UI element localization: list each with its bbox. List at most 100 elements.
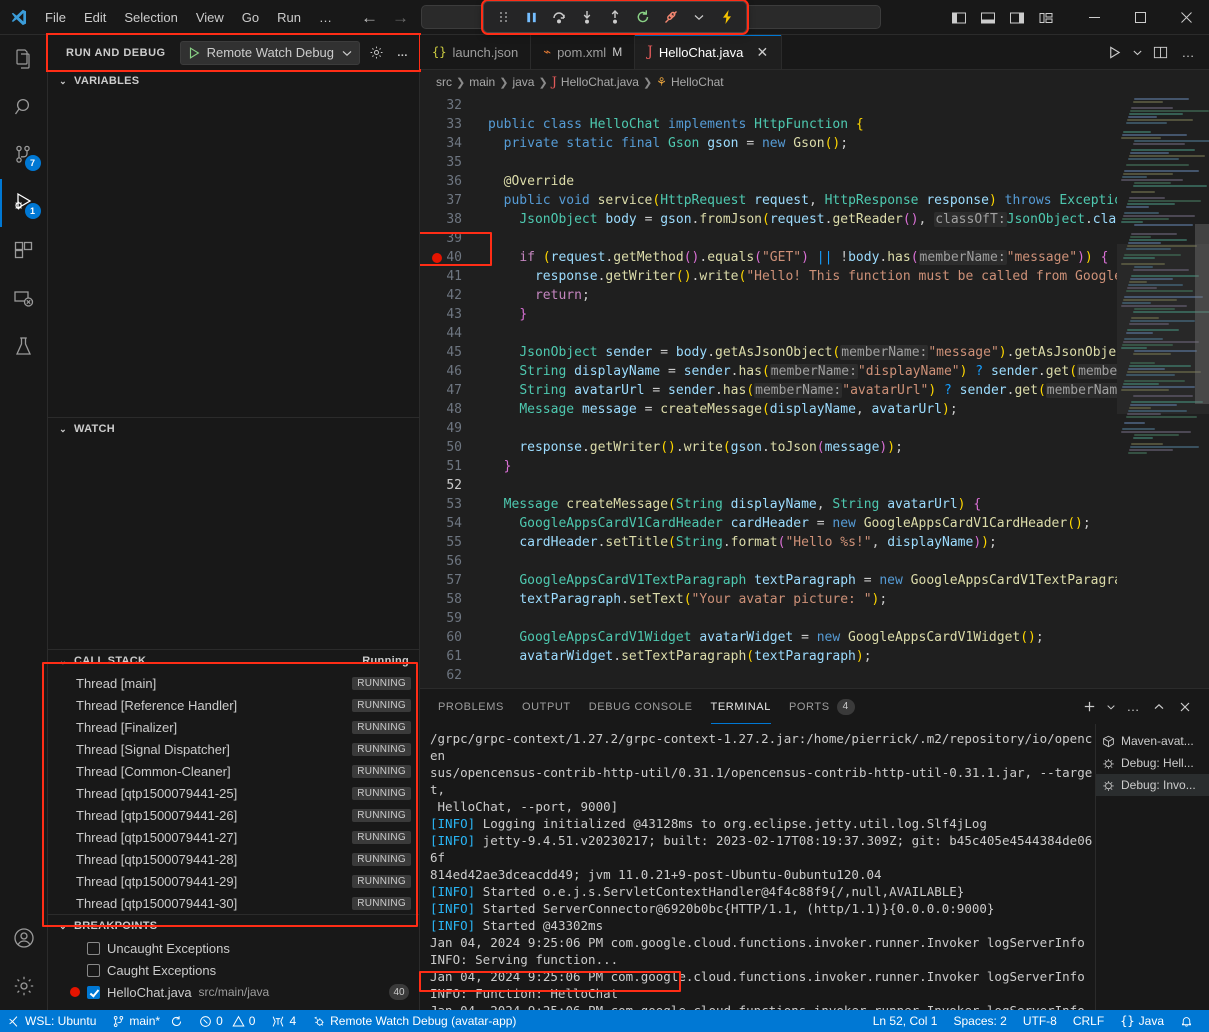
code-line[interactable]: 53 Message createMessage(String displayN… [420, 495, 1117, 514]
thread-row[interactable]: Thread [qtp1500079441-26]RUNNING [48, 804, 419, 826]
code-line[interactable]: 39 [420, 229, 1117, 248]
thread-row[interactable]: Thread [qtp1500079441-30]RUNNING [48, 892, 419, 914]
editor-vertical-scrollbar[interactable] [1195, 94, 1209, 688]
code-line[interactable]: 32 [420, 96, 1117, 115]
line-number[interactable]: 36 [420, 172, 482, 191]
status-remote-host[interactable]: WSL: Ubuntu [0, 1010, 104, 1032]
code-line[interactable]: 56 [420, 552, 1117, 571]
thread-row[interactable]: Thread [qtp1500079441-29]RUNNING [48, 870, 419, 892]
line-number[interactable]: 41 [420, 267, 482, 286]
thread-row[interactable]: Thread [Reference Handler]RUNNING [48, 694, 419, 716]
status-language-mode[interactable]: {} Java [1112, 1010, 1172, 1032]
activitybar-explorer[interactable] [0, 35, 48, 83]
menu-view[interactable]: View [187, 6, 233, 29]
tab-output[interactable]: OUTPUT [522, 689, 571, 724]
line-number[interactable]: 62 [420, 666, 482, 685]
line-number[interactable]: 53 [420, 495, 482, 514]
activitybar-testing[interactable] [0, 323, 48, 371]
status-indentation[interactable]: Spaces: 2 [945, 1010, 1014, 1032]
minimize-button[interactable] [1071, 0, 1117, 35]
terminal-profile-chevron-icon[interactable] [1103, 695, 1119, 719]
panel-more-actions-icon[interactable]: … [1121, 695, 1145, 719]
code-line[interactable]: 58 textParagraph.setText("Your avatar pi… [420, 590, 1117, 609]
line-number[interactable]: 49 [420, 419, 482, 438]
code-line[interactable]: 62 [420, 666, 1117, 685]
line-number[interactable]: 40 [420, 248, 482, 267]
breakpoint-checkbox[interactable] [87, 942, 100, 955]
code-line[interactable]: 59 [420, 609, 1117, 628]
run-options-chevron-icon[interactable] [1129, 39, 1145, 65]
line-number[interactable]: 32 [420, 96, 482, 115]
launch-configuration-dropdown[interactable]: Remote Watch Debug [180, 41, 360, 65]
step-over-button[interactable] [546, 5, 572, 29]
code-line[interactable]: 52 [420, 476, 1117, 495]
open-launch-json-gear-icon[interactable] [366, 42, 388, 64]
tab-launch-json[interactable]: {} launch.json [420, 35, 531, 69]
code-line[interactable]: 45 JsonObject sender = body.getAsJsonObj… [420, 343, 1117, 362]
step-into-button[interactable] [574, 5, 600, 29]
line-number[interactable]: 37 [420, 191, 482, 210]
code-line[interactable]: 36 @Override [420, 172, 1117, 191]
status-problems[interactable]: 0 0 [191, 1010, 263, 1032]
code-line[interactable]: 48 Message message = createMessage(displ… [420, 400, 1117, 419]
code-line[interactable]: 55 cardHeader.setTitle(String.format("He… [420, 533, 1117, 552]
maximize-panel-icon[interactable] [1147, 695, 1171, 719]
line-number[interactable]: 63 [420, 685, 482, 688]
menu-run[interactable]: Run [268, 6, 310, 29]
restart-button[interactable] [630, 5, 656, 29]
breakpoint-row[interactable]: Caught Exceptions [48, 959, 419, 981]
activitybar-extensions[interactable] [0, 227, 48, 275]
status-notifications[interactable] [1172, 1010, 1201, 1032]
activitybar-remote-explorer[interactable] [0, 275, 48, 323]
thread-row[interactable]: Thread [Signal Dispatcher]RUNNING [48, 738, 419, 760]
close-tab-icon[interactable]: ✕ [755, 44, 769, 61]
toggle-panel-icon[interactable] [975, 5, 1001, 31]
breadcrumb-src[interactable]: src [436, 75, 452, 89]
code-line[interactable]: 43 } [420, 305, 1117, 324]
line-number[interactable]: 34 [420, 134, 482, 153]
session-dropdown-chevron-icon[interactable] [686, 5, 712, 29]
step-out-button[interactable] [602, 5, 628, 29]
code-line[interactable]: 47 String avatarUrl = sender.has(memberN… [420, 381, 1117, 400]
line-number[interactable]: 50 [420, 438, 482, 457]
code-line[interactable]: 44 [420, 324, 1117, 343]
tab-hellochat-java[interactable]: J HelloChat.java ✕ [635, 35, 782, 69]
variables-section-header[interactable]: ⌄ VARIABLES [48, 70, 419, 92]
new-terminal-button[interactable] [1077, 695, 1101, 719]
activitybar-settings-gear[interactable] [0, 962, 48, 1010]
line-number[interactable]: 60 [420, 628, 482, 647]
breakpoint-checkbox[interactable] [87, 964, 100, 977]
debug-toolbar-drag-handle[interactable] [490, 5, 516, 29]
code-line[interactable]: 63 GoogleAppsCardV1Image image = new Goo… [420, 685, 1117, 688]
line-number[interactable]: 54 [420, 514, 482, 533]
menu-overflow[interactable]: … [310, 6, 341, 29]
thread-row[interactable]: Thread [main]RUNNING [48, 672, 419, 694]
code-line[interactable]: 42 return; [420, 286, 1117, 305]
breakpoint-row[interactable]: HelloChat.javasrc/main/java40 [48, 981, 419, 1003]
tab-terminal[interactable]: TERMINAL [711, 689, 771, 724]
terminal-item-debug-invoker[interactable]: Debug: Invo... [1096, 774, 1209, 796]
status-eol[interactable]: CRLF [1065, 1010, 1112, 1032]
status-debug-session[interactable]: Remote Watch Debug (avatar-app) [304, 1010, 524, 1032]
editor-more-actions-icon[interactable]: … [1175, 39, 1201, 65]
line-number[interactable]: 57 [420, 571, 482, 590]
start-debug-play-icon[interactable] [187, 46, 201, 60]
tab-debug-console[interactable]: DEBUG CONSOLE [589, 689, 693, 724]
callstack-section-header[interactable]: ⌄ CALL STACK Running [48, 650, 419, 672]
thread-row[interactable]: Thread [qtp1500079441-27]RUNNING [48, 826, 419, 848]
line-number[interactable]: 33 [420, 115, 482, 134]
thread-row[interactable]: Thread [qtp1500079441-25]RUNNING [48, 782, 419, 804]
activitybar-search[interactable] [0, 83, 48, 131]
status-ports[interactable]: 4 [263, 1010, 304, 1032]
sidebar-more-actions-icon[interactable]: … [392, 42, 414, 64]
watch-section-header[interactable]: ⌄ WATCH [48, 418, 419, 440]
terminal-item-maven[interactable]: Maven-avat... [1096, 730, 1209, 752]
line-number[interactable]: 44 [420, 324, 482, 343]
activitybar-source-control[interactable]: 7 [0, 131, 48, 179]
line-number[interactable]: 46 [420, 362, 482, 381]
scrollbar-thumb[interactable] [1195, 224, 1209, 404]
chevron-down-icon[interactable] [341, 47, 353, 59]
activitybar-run-and-debug[interactable]: 1 [0, 179, 48, 227]
menu-file[interactable]: File [36, 6, 75, 29]
customize-layout-icon[interactable] [1033, 5, 1059, 31]
